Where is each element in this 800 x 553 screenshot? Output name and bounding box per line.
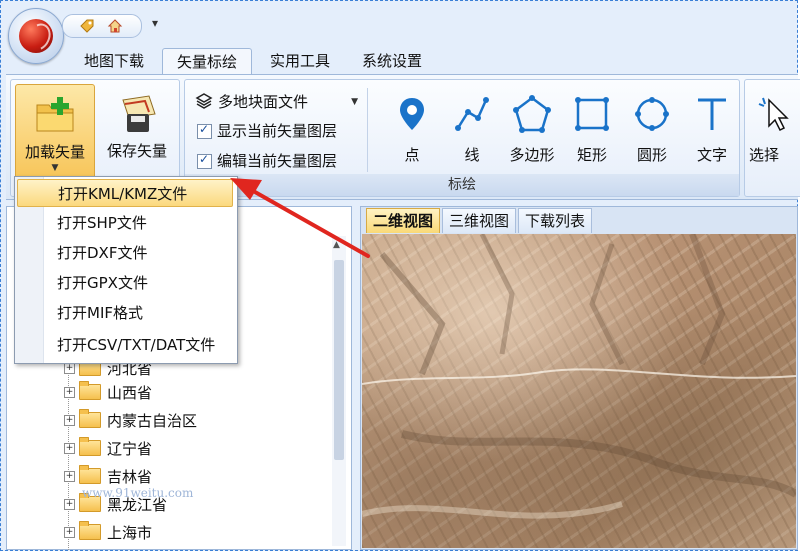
watermark: www.91weitu.com: [82, 486, 194, 500]
tab-vector-plot[interactable]: 矢量标绘: [162, 48, 253, 75]
tree-item-label: 辽宁省: [107, 439, 153, 458]
tool-rectangle-label: 矩形: [576, 146, 607, 164]
tool-circle[interactable]: 圆形: [621, 90, 683, 180]
chevron-down-icon: ▼: [351, 97, 358, 107]
menu-open-shp[interactable]: 打开SHP文件: [17, 209, 233, 237]
menu-open-dxf[interactable]: 打开DXF文件: [17, 239, 233, 267]
tool-line-label: 线: [464, 146, 480, 164]
load-vector-button[interactable]: 加载矢量 ▼: [15, 84, 95, 180]
expand-icon[interactable]: +: [64, 498, 75, 510]
layer-select-value: 多地块面文件: [218, 93, 309, 111]
plot-group: 多地块面文件 ▼ 显示当前矢量图层 编辑当前矢量图层 点 线 多边形 矩形 圆形: [184, 79, 740, 197]
globe-icon: [19, 19, 53, 53]
expand-icon[interactable]: +: [64, 386, 75, 398]
tab-settings[interactable]: 系统设置: [348, 48, 436, 74]
select-group: 选择: [744, 79, 800, 197]
terrain-texture: [362, 234, 796, 519]
home-icon[interactable]: [107, 18, 123, 34]
load-vector-menu: 打开KML/KMZ文件 打开SHP文件 打开DXF文件 打开GPX文件 打开MI…: [14, 176, 238, 364]
tool-polygon-label: 多边形: [509, 146, 555, 164]
menu-open-csv[interactable]: 打开CSV/TXT/DAT文件: [17, 331, 233, 359]
tag-icon[interactable]: [79, 18, 95, 34]
tree-item[interactable]: + 上海市: [64, 521, 153, 542]
tree-item[interactable]: + 山西省: [64, 381, 153, 402]
folder-icon: [79, 381, 101, 400]
edit-layer-checkbox[interactable]: [197, 152, 212, 169]
expand-icon[interactable]: +: [64, 414, 75, 426]
save-vector-label: 保存矢量: [106, 142, 167, 160]
tab-3d-view[interactable]: 三维视图: [442, 208, 517, 233]
scroll-thumb[interactable]: [334, 260, 344, 460]
app-menu-orb[interactable]: [8, 8, 64, 64]
cursor-select-icon: [758, 97, 789, 132]
scroll-up-icon[interactable]: ▲: [333, 240, 340, 250]
layers-icon: [195, 93, 213, 109]
tool-point-label: 点: [404, 146, 420, 164]
tool-select[interactable]: 选择: [745, 90, 800, 180]
polyline-icon: [455, 97, 489, 131]
show-layer-checkbox[interactable]: [197, 122, 212, 139]
folder-icon: [79, 409, 101, 428]
chevron-down-icon: ▼: [51, 163, 59, 173]
expand-icon[interactable]: +: [64, 526, 75, 538]
folder-add-icon: [36, 97, 74, 132]
tree-item-label: 内蒙古自治区: [107, 411, 198, 430]
layer-select[interactable]: 多地块面文件 ▼: [217, 90, 361, 114]
save-vector-icon: [122, 95, 156, 132]
tool-text-label: 文字: [696, 146, 727, 164]
tree-scrollbar[interactable]: ▲: [332, 236, 346, 546]
tab-tools[interactable]: 实用工具: [256, 48, 344, 74]
text-icon: [698, 98, 726, 130]
tool-point[interactable]: 点: [381, 90, 443, 180]
tool-text[interactable]: 文字: [681, 90, 743, 180]
tree-item-label: 上海市: [107, 523, 153, 542]
tool-circle-label: 圆形: [636, 146, 667, 164]
circle-icon: [635, 97, 669, 131]
tree-item-label: 山西省: [107, 383, 153, 402]
tree-item[interactable]: + 吉林省: [64, 465, 153, 486]
satellite-map[interactable]: [362, 234, 796, 548]
tab-download-list[interactable]: 下载列表: [518, 208, 593, 233]
view-tabs: 二维视图 三维视图 下载列表: [366, 208, 594, 233]
ribbon-tabs: 地图下载 矢量标绘 实用工具 系统设置: [70, 48, 440, 75]
plot-group-title: 标绘: [185, 174, 739, 196]
expand-icon[interactable]: +: [64, 442, 75, 454]
expand-icon[interactable]: +: [64, 362, 75, 374]
menu-open-mif[interactable]: 打开MIF格式: [17, 299, 233, 327]
folder-icon: [79, 437, 101, 456]
tool-select-label: 选择: [749, 146, 780, 164]
quick-access-toolbar: [62, 14, 142, 38]
tab-2d-view[interactable]: 二维视图: [366, 208, 441, 233]
tree-item[interactable]: + 辽宁省: [64, 437, 153, 458]
show-layer-label: 显示当前矢量图层: [217, 122, 338, 140]
folder-icon: [79, 521, 101, 540]
map-pin-icon: [400, 98, 424, 130]
group-divider: [367, 88, 368, 172]
menu-open-gpx[interactable]: 打开GPX文件: [17, 269, 233, 297]
expand-icon[interactable]: +: [64, 470, 75, 482]
tool-polygon[interactable]: 多边形: [501, 90, 563, 180]
rectangle-icon: [575, 97, 609, 131]
tool-rectangle[interactable]: 矩形: [561, 90, 623, 180]
folder-icon: [79, 465, 101, 484]
save-vector-button[interactable]: 保存矢量: [97, 84, 177, 180]
tool-line[interactable]: 线: [441, 90, 503, 180]
polygon-icon: [513, 95, 551, 133]
tab-map-download[interactable]: 地图下载: [70, 48, 158, 74]
edit-layer-label: 编辑当前矢量图层: [217, 152, 338, 170]
tree-item-label: 吉林省: [107, 467, 153, 486]
load-vector-label: 加载矢量: [24, 143, 85, 161]
tree-item[interactable]: + 内蒙古自治区: [64, 409, 198, 430]
menu-open-kml[interactable]: 打开KML/KMZ文件: [17, 179, 233, 207]
customize-quick-access-icon[interactable]: ▾: [152, 16, 158, 30]
